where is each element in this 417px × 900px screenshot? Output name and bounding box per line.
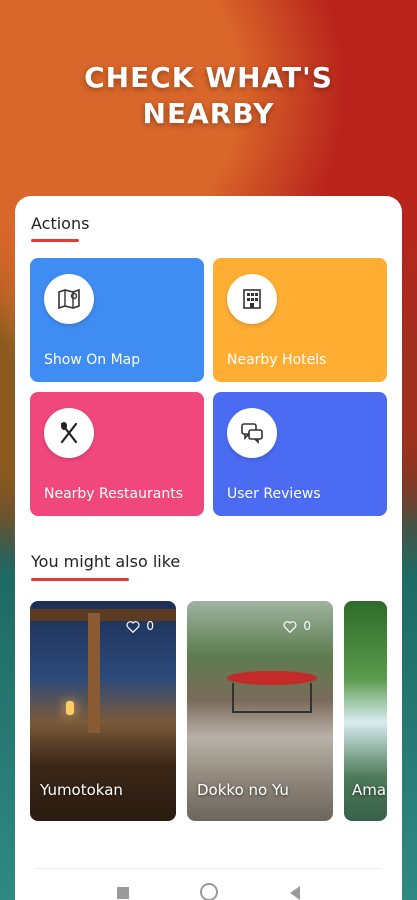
recent-apps-icon[interactable] [117, 887, 129, 899]
actions-title: Actions [31, 214, 90, 233]
nearby-hotels-label: Nearby Hotels [227, 352, 327, 368]
home-icon[interactable] [200, 883, 218, 900]
hero-title-line2: NEARBY [142, 97, 275, 130]
hero-title-line1: CHECK WHAT'S [84, 61, 333, 94]
content-card: Actions Show On Map Nearby Hotels Nearby… [15, 196, 402, 900]
user-reviews-button[interactable]: User Reviews [213, 392, 387, 516]
back-icon[interactable] [290, 886, 300, 900]
reviews-icon [227, 408, 277, 458]
recommend-title: You might also like [31, 552, 181, 571]
place-name: Dokko no Yu [197, 781, 289, 799]
place-likes: 0 [283, 619, 311, 633]
user-reviews-label: User Reviews [227, 486, 321, 502]
nearby-restaurants-label: Nearby Restaurants [44, 486, 183, 502]
map-icon [44, 274, 94, 324]
nearby-hotels-button[interactable]: Nearby Hotels [213, 258, 387, 382]
heart-icon [283, 620, 297, 633]
show-on-map-label: Show On Map [44, 352, 141, 368]
actions-underline [31, 239, 79, 242]
nearby-restaurants-button[interactable]: Nearby Restaurants [30, 392, 204, 516]
bottom-bar [35, 868, 382, 900]
show-on-map-button[interactable]: Show On Map [30, 258, 204, 382]
place-card-ama[interactable]: Ama [344, 601, 387, 821]
hotel-icon [227, 274, 277, 324]
place-card-dokko-no-yu[interactable]: 0 Dokko no Yu [187, 601, 333, 821]
hero-title: CHECK WHAT'S NEARBY [0, 60, 417, 132]
heart-icon [126, 620, 140, 633]
place-name: Yumotokan [40, 781, 123, 799]
place-likes: 0 [126, 619, 154, 633]
place-card-yumotokan[interactable]: 0 Yumotokan [30, 601, 176, 821]
recommend-underline [31, 578, 129, 581]
place-name: Ama [352, 781, 387, 799]
restaurant-icon [44, 408, 94, 458]
